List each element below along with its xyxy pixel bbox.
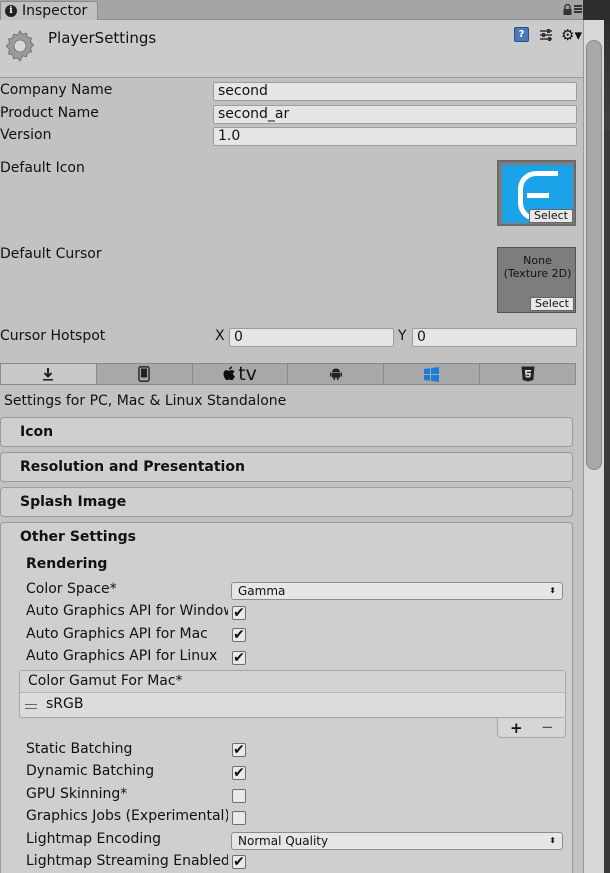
graphics-jobs-label: Graphics Jobs (Experimental) [26, 808, 228, 824]
download-arrow-icon [43, 368, 54, 381]
lightmap-encoding-value: Normal Quality [238, 834, 329, 848]
icon-foldout[interactable]: Icon [0, 417, 573, 447]
cursor-hotspot-label: Cursor Hotspot [0, 328, 106, 344]
default-icon-label: Default Icon [0, 160, 85, 176]
color-gamut-title: Color Gamut For Mac* [28, 673, 183, 689]
tv-label: tv [238, 363, 257, 385]
color-space-label: Color Space* [26, 581, 117, 597]
lightmap-encoding-dropdown[interactable]: Normal Quality ⬍ [231, 832, 563, 850]
auto-graphics-windows-checkbox[interactable]: ✔ [232, 606, 246, 620]
auto-graphics-linux-checkbox[interactable]: ✔ [232, 651, 246, 665]
platform-tab-bar: tv [0, 363, 576, 385]
color-gamut-list: Color Gamut For Mac* sRGB [19, 670, 566, 718]
resolution-foldout-label: Resolution and Presentation [20, 459, 245, 475]
hotspot-y-label: Y [398, 328, 407, 344]
auto-graphics-windows-label: Auto Graphics API for Windows [26, 603, 228, 619]
hotspot-x-field[interactable]: 0 [229, 328, 394, 347]
auto-graphics-linux-label: Auto Graphics API for Linux [26, 648, 218, 664]
apple-icon [223, 366, 236, 381]
color-space-value: Gamma [238, 584, 286, 598]
default-icon-slot[interactable]: Select [497, 160, 576, 226]
tab-webgl[interactable] [480, 364, 575, 384]
lightmap-encoding-label: Lightmap Encoding [26, 831, 162, 847]
tab-ios[interactable] [97, 364, 193, 384]
color-gamut-list-footer: + − [497, 718, 566, 738]
inspector-header: PlayerSettings ? ⚙▾ [0, 20, 583, 78]
tab-windows-store[interactable] [384, 364, 481, 384]
tab-label: Inspector [22, 3, 88, 19]
cursor-none-line1: None [523, 254, 552, 267]
default-icon-select-button[interactable]: Select [529, 209, 573, 223]
tab-menu-icon[interactable] [574, 5, 582, 13]
company-name-label: Company Name [0, 82, 113, 98]
windows-icon [424, 366, 440, 382]
dropdown-arrows-icon: ⬍ [549, 836, 556, 845]
product-name-label: Product Name [0, 105, 99, 121]
html5-icon [521, 366, 535, 382]
color-space-dropdown[interactable]: Gamma ⬍ [231, 582, 563, 600]
version-field[interactable]: 1.0 [213, 127, 577, 146]
player-settings-gear-icon [5, 30, 35, 62]
lightmap-streaming-label: Lightmap Streaming Enabled [26, 853, 228, 869]
cursor-none-line2: (Texture 2D) [503, 267, 572, 280]
hotspot-y-field[interactable]: 0 [412, 328, 577, 347]
gpu-skinning-label: GPU Skinning* [26, 786, 128, 802]
inspector-scrollbar[interactable] [583, 20, 604, 873]
dynamic-batching-checkbox[interactable]: ✔ [232, 766, 246, 780]
dynamic-batching-label: Dynamic Batching [26, 763, 155, 779]
remove-gamut-button[interactable]: − [541, 718, 554, 736]
tab-tvos[interactable]: tv [193, 363, 289, 385]
lock-icon[interactable] [563, 4, 572, 15]
gpu-skinning-checkbox[interactable] [232, 789, 246, 803]
auto-graphics-mac-label: Auto Graphics API for Mac [26, 626, 208, 642]
product-name-field[interactable]: second_ar [213, 105, 577, 124]
auto-graphics-mac-checkbox[interactable]: ✔ [232, 628, 246, 642]
tab-inspector[interactable]: i Inspector [0, 1, 98, 21]
graphics-jobs-checkbox[interactable] [232, 811, 246, 825]
platform-settings-title: Settings for PC, Mac & Linux Standalone [4, 393, 287, 409]
version-label: Version [0, 127, 52, 143]
resolution-foldout[interactable]: Resolution and Presentation [0, 452, 573, 482]
inspector-tab-bar: i Inspector [0, 0, 583, 21]
settings-gear-icon[interactable]: ⚙▾ [561, 26, 582, 44]
tab-android[interactable] [288, 364, 385, 384]
color-gamut-item[interactable]: sRGB [46, 696, 83, 712]
default-cursor-label: Default Cursor [0, 246, 102, 262]
preset-icon[interactable] [538, 27, 554, 43]
hotspot-x-label: X [215, 328, 225, 344]
dropdown-arrows-icon: ⬍ [549, 586, 556, 595]
default-cursor-select-button[interactable]: Select [530, 297, 574, 311]
static-batching-checkbox[interactable]: ✔ [232, 743, 246, 757]
add-gamut-button[interactable]: + [510, 719, 523, 737]
scrollbar-thumb[interactable] [586, 40, 602, 470]
phone-icon [138, 366, 150, 382]
static-batching-label: Static Batching [26, 741, 133, 757]
default-cursor-slot[interactable]: None (Texture 2D) Select [497, 247, 576, 313]
lightmap-streaming-checkbox[interactable]: ✔ [232, 855, 246, 869]
android-icon [329, 368, 342, 380]
help-icon[interactable]: ? [514, 27, 529, 42]
drag-handle-icon[interactable] [25, 704, 37, 709]
cursor-none-text: None (Texture 2D) [498, 254, 577, 280]
other-settings-label[interactable]: Other Settings [20, 529, 136, 545]
icon-foldout-label: Icon [20, 424, 54, 440]
color-gamut-list-header: Color Gamut For Mac* [20, 671, 565, 693]
splash-foldout-label: Splash Image [20, 494, 127, 510]
page-title: PlayerSettings [48, 29, 157, 47]
company-name-field[interactable]: second [213, 82, 577, 101]
rendering-heading: Rendering [26, 556, 108, 572]
splash-foldout[interactable]: Splash Image [0, 487, 573, 517]
info-icon: i [5, 5, 17, 17]
tab-standalone[interactable] [1, 364, 97, 384]
